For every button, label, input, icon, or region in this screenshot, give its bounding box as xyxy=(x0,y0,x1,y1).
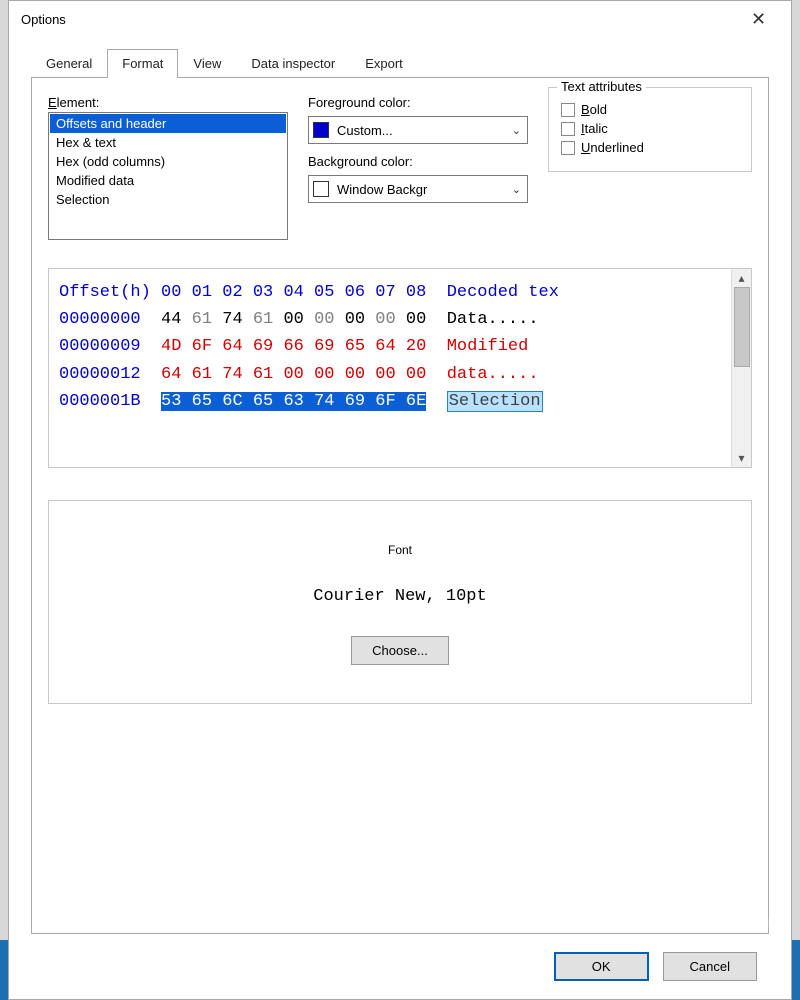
preview-offset: 0000001B xyxy=(59,392,141,411)
background-combo[interactable]: Window Backgr ⌄ xyxy=(308,175,528,203)
checkbox-icon[interactable] xyxy=(561,141,575,155)
font-legend: Font xyxy=(388,543,412,557)
text-attributes-legend: Text attributes xyxy=(557,79,646,94)
hex-preview: Offset(h) 00 01 02 03 04 05 06 07 08 Dec… xyxy=(49,269,731,467)
list-item-selection[interactable]: Selection xyxy=(50,190,286,209)
preview-offset: 00000009 xyxy=(59,337,141,356)
list-item-offsets[interactable]: Offsets and header xyxy=(50,114,286,133)
element-column: Element: Offsets and header Hex & text H… xyxy=(48,95,288,240)
window-title: Options xyxy=(21,12,66,27)
background-value: Window Backgr xyxy=(337,182,427,197)
font-preview-text: Courier New, 10pt xyxy=(313,587,486,606)
element-label: Element: xyxy=(48,95,288,110)
checkbox-icon[interactable] xyxy=(561,122,575,136)
ok-button[interactable]: OK xyxy=(554,952,649,981)
tab-data-inspector[interactable]: Data inspector xyxy=(236,49,350,77)
tab-format[interactable]: Format xyxy=(107,49,178,77)
list-item-hex-odd[interactable]: Hex (odd columns) xyxy=(50,152,286,171)
preview-decoded: Data..... xyxy=(447,310,539,329)
preview-decoded: data..... xyxy=(447,365,539,384)
bold-label: Bold xyxy=(581,102,607,117)
preview-decoded: Modified xyxy=(447,337,529,356)
font-group: Font Courier New, 10pt Choose... xyxy=(48,500,752,704)
options-dialog: Options ✕ General Format View Data inspe… xyxy=(8,0,792,1000)
preview-scrollbar[interactable]: ▴ ▾ xyxy=(731,269,751,467)
preview-decoded-header: Decoded tex xyxy=(447,283,559,302)
checkbox-icon[interactable] xyxy=(561,103,575,117)
chevron-down-icon: ⌄ xyxy=(512,183,521,196)
preview-offset: 00000000 xyxy=(59,310,141,329)
foreground-label: Foreground color: xyxy=(308,95,528,110)
color-column: Foreground color: Custom... ⌄ Background… xyxy=(308,95,528,213)
preview-cols-header: 00 01 02 03 04 05 06 07 08 xyxy=(161,283,426,302)
titlebar: Options ✕ xyxy=(9,1,791,38)
scroll-up-icon[interactable]: ▴ xyxy=(738,271,744,285)
format-row-top: Element: Offsets and header Hex & text H… xyxy=(48,95,752,240)
scroll-thumb[interactable] xyxy=(734,287,750,367)
dialog-button-row: OK Cancel xyxy=(31,934,769,999)
foreground-value: Custom... xyxy=(337,123,393,138)
preview-offset-header: Offset(h) xyxy=(59,283,151,302)
bold-checkbox-row[interactable]: Bold xyxy=(561,102,739,117)
cancel-button[interactable]: Cancel xyxy=(663,952,757,981)
foreground-combo[interactable]: Custom... ⌄ xyxy=(308,116,528,144)
dialog-content: General Format View Data inspector Expor… xyxy=(9,38,791,999)
hex-preview-panel: Offset(h) 00 01 02 03 04 05 06 07 08 Dec… xyxy=(48,268,752,468)
tab-export[interactable]: Export xyxy=(350,49,418,77)
text-attributes-group: Text attributes Bold Italic Underlined xyxy=(548,87,752,172)
element-listbox[interactable]: Offsets and header Hex & text Hex (odd c… xyxy=(48,112,288,240)
format-tab-page: Element: Offsets and header Hex & text H… xyxy=(31,77,769,934)
italic-label: Italic xyxy=(581,121,608,136)
background-label: Background color: xyxy=(308,154,528,169)
close-icon[interactable]: ✕ xyxy=(736,9,781,30)
underlined-checkbox-row[interactable]: Underlined xyxy=(561,140,739,155)
preview-offset: 00000012 xyxy=(59,365,141,384)
chevron-down-icon: ⌄ xyxy=(512,124,521,137)
underlined-label: Underlined xyxy=(581,140,644,155)
scroll-down-icon[interactable]: ▾ xyxy=(738,451,744,465)
italic-checkbox-row[interactable]: Italic xyxy=(561,121,739,136)
choose-font-button[interactable]: Choose... xyxy=(351,636,449,665)
list-item-modified[interactable]: Modified data xyxy=(50,171,286,190)
tab-view[interactable]: View xyxy=(178,49,236,77)
color-swatch-white-icon xyxy=(313,181,329,197)
list-item-hex-text[interactable]: Hex & text xyxy=(50,133,286,152)
preview-decoded-selection: Selection xyxy=(447,391,543,412)
tab-strip: General Format View Data inspector Expor… xyxy=(31,49,769,78)
color-swatch-blue-icon xyxy=(313,122,329,138)
tab-general[interactable]: General xyxy=(31,49,107,77)
text-attributes-column: Text attributes Bold Italic Underlined xyxy=(548,95,752,172)
